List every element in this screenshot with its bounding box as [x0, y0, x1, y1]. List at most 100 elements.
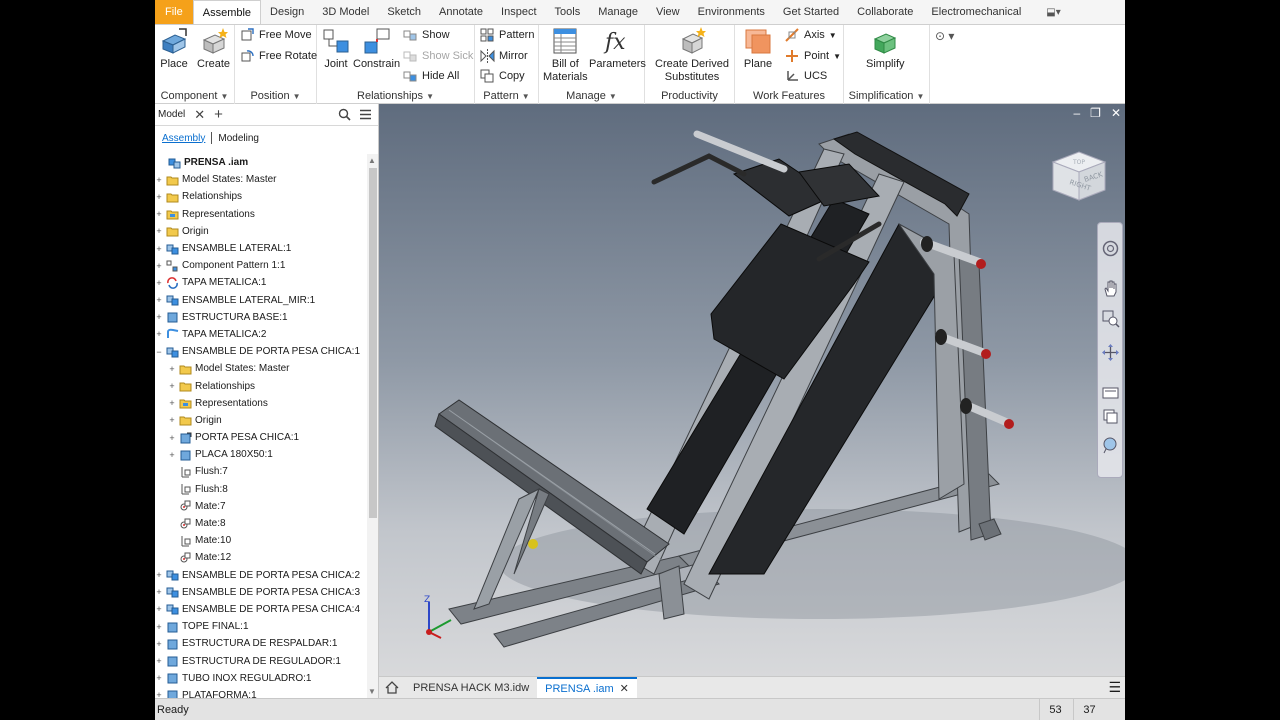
simplification-panel-title[interactable]: Simplification ▼: [844, 90, 929, 102]
expand-icon[interactable]: +: [168, 364, 176, 374]
doc-tab-drawing[interactable]: PRENSA HACK M3.idw: [405, 677, 537, 698]
tab-get-started[interactable]: Get Started: [774, 0, 848, 24]
create-button[interactable]: Create: [197, 27, 230, 71]
tree-node[interactable]: + TAPA METALICA:2: [155, 326, 367, 343]
tree-node[interactable]: + Origin: [155, 412, 367, 429]
copy-button[interactable]: Copy: [480, 67, 525, 85]
tree-node[interactable]: + TAPA METALICA:1: [155, 274, 367, 291]
axis-button[interactable]: Axis ▼: [785, 26, 837, 44]
appearance-icon[interactable]: [1101, 435, 1120, 454]
model-tab[interactable]: Model: [155, 109, 188, 120]
extensions-dropdown-icon[interactable]: ⬓▾: [1046, 0, 1060, 24]
zoom-icon[interactable]: [1101, 309, 1120, 328]
expand-icon[interactable]: +: [168, 398, 176, 408]
expand-icon[interactable]: +: [155, 329, 163, 339]
tab-annotate[interactable]: Annotate: [430, 0, 492, 24]
manage-panel-title[interactable]: Manage ▼: [539, 90, 644, 102]
tree-node[interactable]: Mate:8: [155, 515, 367, 532]
bill-of-materials-button[interactable]: Bill of Materials: [543, 27, 588, 84]
tab-manage[interactable]: Manage: [589, 0, 647, 24]
tab-design[interactable]: Design: [261, 0, 313, 24]
position-panel-title[interactable]: Position ▼: [235, 90, 316, 102]
tree-node[interactable]: + Model States: Master: [155, 171, 367, 188]
document-menu-icon[interactable]: ☰: [1108, 677, 1125, 698]
show-button[interactable]: Show: [403, 26, 450, 44]
tree-node[interactable]: + ESTRUCTURA BASE:1: [155, 309, 367, 326]
tree-node[interactable]: + ESTRUCTURA DE RESPALDAR:1: [155, 635, 367, 652]
expand-icon[interactable]: +: [155, 622, 163, 632]
tree-node[interactable]: + ENSAMBLE DE PORTA PESA CHICA:2: [155, 567, 367, 584]
tab-3d-model[interactable]: 3D Model: [313, 0, 378, 24]
parameters-button[interactable]: fx Parameters: [589, 27, 646, 71]
expand-icon[interactable]: +: [155, 226, 163, 236]
tree-node[interactable]: PRENSA .iam: [155, 154, 367, 171]
tree-node[interactable]: + TOPE FINAL:1: [155, 618, 367, 635]
close-tab-icon[interactable]: ✕: [620, 682, 629, 695]
free-move-button[interactable]: Free Move: [240, 26, 312, 44]
expand-icon[interactable]: +: [155, 278, 163, 288]
hamburger-menu-icon[interactable]: [359, 109, 372, 120]
expand-icon[interactable]: +: [155, 295, 163, 305]
create-derived-substitutes-button[interactable]: Create Derived Substitutes: [655, 27, 729, 84]
expand-icon[interactable]: +: [155, 209, 163, 219]
collapse-icon[interactable]: −: [155, 347, 163, 357]
hide-all-button[interactable]: Hide All: [403, 67, 459, 85]
expand-icon[interactable]: +: [168, 381, 176, 391]
pan-hand-icon[interactable]: [1101, 279, 1120, 298]
tree-node[interactable]: + ENSAMBLE LATERAL_MIR:1: [155, 292, 367, 309]
expand-icon[interactable]: +: [155, 192, 163, 202]
tree-node[interactable]: + PLACA 180X50:1: [155, 446, 367, 463]
tab-view[interactable]: View: [647, 0, 689, 24]
joint-button[interactable]: Joint: [321, 27, 351, 71]
assembly-mode-tab[interactable]: Assembly: [158, 133, 209, 144]
steering-wheel-icon[interactable]: [1101, 239, 1120, 258]
expand-icon[interactable]: +: [168, 433, 176, 443]
scrollbar-thumb[interactable]: [369, 168, 377, 518]
point-button[interactable]: Point ▼: [785, 47, 841, 65]
close-browser-icon[interactable]: ✕: [194, 107, 205, 123]
view-cube[interactable]: RIGHT BACK TOP: [1043, 144, 1113, 214]
modeling-mode-tab[interactable]: Modeling: [214, 133, 263, 144]
constrain-button[interactable]: Constrain: [353, 27, 400, 71]
tree-node[interactable]: + Model States: Master: [155, 360, 367, 377]
tree-node[interactable]: + PLATAFORMA:1: [155, 687, 367, 698]
doc-tab-assembly[interactable]: PRENSA .iam ✕: [537, 677, 637, 698]
tree-node[interactable]: + ENSAMBLE LATERAL:1: [155, 240, 367, 257]
expand-icon[interactable]: +: [155, 656, 163, 666]
expand-icon[interactable]: +: [155, 673, 163, 683]
tree-node[interactable]: + Relationships: [155, 188, 367, 205]
tree-node[interactable]: Mate:10: [155, 532, 367, 549]
place-button[interactable]: Place: [159, 27, 189, 71]
tab-collaborate[interactable]: Collaborate: [848, 0, 922, 24]
tab-electromechanical[interactable]: Electromechanical: [922, 0, 1030, 24]
tree-node[interactable]: + Component Pattern 1:1: [155, 257, 367, 274]
component-panel-title[interactable]: Component ▼: [155, 90, 234, 102]
expand-icon[interactable]: +: [155, 244, 163, 254]
expand-icon[interactable]: +: [168, 415, 176, 425]
tree-node[interactable]: + TUBO INOX REGULADRO:1: [155, 670, 367, 687]
browser-scrollbar[interactable]: ▲ ▼: [367, 154, 378, 698]
ucs-button[interactable]: UCS: [785, 67, 827, 85]
show-sick-button[interactable]: Show Sick: [403, 47, 473, 65]
tree-node[interactable]: Flush:8: [155, 481, 367, 498]
tree-node[interactable]: + Origin: [155, 223, 367, 240]
expand-icon[interactable]: +: [168, 450, 176, 460]
ribbon-options-icon[interactable]: ⊙ ▾: [935, 29, 954, 43]
tab-file[interactable]: File: [155, 0, 193, 24]
look-at-icon[interactable]: [1101, 383, 1120, 402]
tree-node[interactable]: + ESTRUCTURA DE REGULADOR:1: [155, 652, 367, 669]
tab-inspect[interactable]: Inspect: [492, 0, 545, 24]
graphics-viewport[interactable]: – ❐ ✕ RIGHT BACK TOP Z: [379, 104, 1125, 676]
view-faces-icon[interactable]: [1101, 407, 1120, 426]
plane-button[interactable]: Plane: [743, 27, 773, 71]
tab-environments[interactable]: Environments: [689, 0, 774, 24]
add-browser-tab-icon[interactable]: +: [214, 106, 223, 123]
orbit-icon[interactable]: [1101, 343, 1120, 362]
tree-node[interactable]: + PORTA PESA CHICA:1: [155, 429, 367, 446]
expand-icon[interactable]: +: [155, 587, 163, 597]
expand-icon[interactable]: +: [155, 261, 163, 271]
expand-icon[interactable]: +: [155, 639, 163, 649]
pattern-button[interactable]: Pattern: [480, 26, 534, 44]
pattern-panel-title[interactable]: Pattern ▼: [475, 90, 538, 102]
tree-node[interactable]: + Representations: [155, 395, 367, 412]
